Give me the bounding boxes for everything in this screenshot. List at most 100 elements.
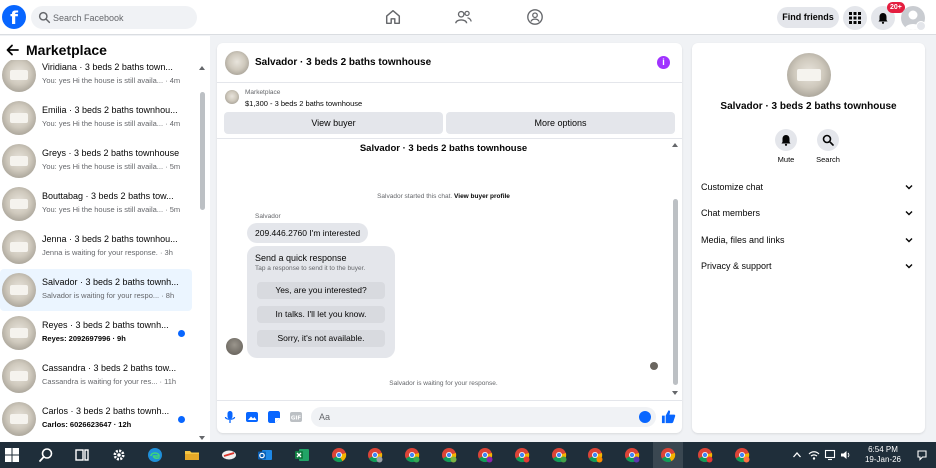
excel-icon[interactable]	[294, 447, 310, 463]
chrome-profile-icon[interactable]	[587, 447, 603, 463]
gif-icon[interactable]: GIF	[289, 410, 303, 424]
task-view-icon[interactable]	[74, 447, 90, 463]
search-conversation-button[interactable]: Search	[808, 129, 848, 164]
outlook-icon[interactable]	[257, 447, 273, 463]
search-input[interactable]	[53, 9, 191, 26]
chrome-profile-icon[interactable]	[477, 447, 493, 463]
display-icon[interactable]	[824, 449, 836, 461]
list-item[interactable]: Emilia · 3 beds 2 baths townhou... You: y…	[0, 97, 192, 139]
list-item[interactable]: Cassandra · 3 beds 2 baths tow... Cassand…	[0, 355, 192, 397]
search-icon	[822, 134, 834, 146]
listing-thumbnail	[2, 402, 36, 436]
sender-avatar[interactable]	[226, 338, 243, 355]
notification-center-icon[interactable]	[916, 449, 928, 461]
scroll-down-icon[interactable]	[672, 391, 678, 395]
bell-icon	[878, 13, 888, 24]
media-files-links-section[interactable]: Media, files and links	[701, 231, 915, 249]
quick-response-yes-button[interactable]: Yes, are you interested?	[257, 282, 385, 299]
search-icon	[38, 11, 51, 24]
search-circle[interactable]	[817, 129, 839, 151]
show-hidden-icons-chevron-up-icon[interactable]	[792, 450, 802, 460]
conversation-scrollbar[interactable]	[198, 64, 206, 440]
chat-scrollbar[interactable]	[671, 141, 679, 395]
svg-text:GIF: GIF	[291, 416, 302, 422]
conversation-title: Carlos · 3 beds 2 baths townh...	[42, 406, 170, 416]
scroll-up-icon[interactable]	[199, 66, 205, 70]
mute-button[interactable]: Mute	[766, 129, 806, 164]
conversation-preview: Cassandra is waiting for your res... · 1…	[42, 377, 177, 386]
back-arrow-icon[interactable]	[6, 43, 20, 57]
chat-title[interactable]: Salvador · 3 beds 2 baths townhouse	[255, 57, 431, 68]
search-icon[interactable]	[38, 447, 54, 463]
chrome-active-icon[interactable]	[660, 447, 676, 463]
groups-icon[interactable]	[526, 8, 544, 26]
file-explorer-icon[interactable]	[184, 447, 200, 463]
account-caret-icon[interactable]	[916, 21, 926, 31]
menu-button[interactable]	[843, 6, 867, 30]
more-options-button[interactable]: More options	[446, 112, 675, 134]
emoji-icon[interactable]	[639, 411, 651, 423]
microphone-icon[interactable]	[223, 410, 237, 424]
windows-start-icon[interactable]	[4, 447, 20, 463]
panel-header: Marketplace	[6, 42, 107, 58]
chat-avatar[interactable]	[225, 51, 249, 75]
list-item[interactable]: Carlos · 3 beds 2 baths townh... Carlos: …	[0, 398, 192, 440]
friends-icon[interactable]	[454, 8, 472, 26]
scrollbar-thumb[interactable]	[200, 92, 205, 210]
chat-members-section[interactable]: Chat members	[701, 204, 915, 222]
list-item-active[interactable]: Salvador · 3 beds 2 baths townh... Salvad…	[0, 269, 192, 311]
privacy-support-section[interactable]: Privacy & support	[701, 257, 915, 275]
chrome-profile-icon[interactable]	[551, 447, 567, 463]
listing-price[interactable]: $1,300 - 3 beds 2 baths townhouse	[245, 99, 362, 108]
list-item[interactable]: Bouttabag · 3 beds 2 baths tow... You: ye…	[0, 183, 192, 225]
list-item[interactable]: Reyes · 3 beds 2 baths townh... Reyes: 20…	[0, 312, 192, 354]
facebook-logo-icon[interactable]: f	[2, 5, 26, 29]
settings-gear-icon[interactable]	[111, 447, 127, 463]
thread-title: Salvador · 3 beds 2 baths townhouse	[359, 143, 528, 154]
message-input-wrapper[interactable]	[311, 407, 656, 427]
customize-chat-section[interactable]: Customize chat	[701, 178, 915, 196]
marketplace-conversation-panel: Marketplace Viridiana · 3 beds 2 baths t…	[0, 36, 210, 442]
list-item[interactable]: Greys · 3 beds 2 baths townhouse You: yes…	[0, 140, 192, 182]
scroll-up-icon[interactable]	[672, 143, 678, 147]
system-clock[interactable]: 6:54 PM 19-Jan-26	[858, 445, 908, 465]
list-item[interactable]: Jenna · 3 beds 2 baths townhou... Jenna i…	[0, 226, 192, 268]
network-icon[interactable]	[808, 449, 820, 461]
view-buyer-profile-link[interactable]: View buyer profile	[454, 193, 510, 200]
chat-started-notice: Salvador started this chat. View buyer p…	[217, 193, 670, 200]
quick-response-in-talks-button[interactable]: In talks. I'll let you know.	[257, 306, 385, 323]
info-icon[interactable]: i	[657, 56, 670, 69]
message-bubble[interactable]: 209.446.2760 I'm interested	[247, 223, 369, 243]
sticker-icon[interactable]	[267, 410, 281, 424]
quick-response-not-available-button[interactable]: Sorry, it's not available.	[257, 330, 385, 347]
search-box[interactable]	[31, 6, 197, 29]
chrome-icon[interactable]	[331, 447, 347, 463]
snipping-tool-icon[interactable]	[221, 447, 237, 463]
thumbs-up-icon[interactable]	[661, 409, 676, 424]
chrome-profile-icon[interactable]	[441, 447, 457, 463]
quick-response-title: Send a quick response	[255, 253, 347, 263]
conversation-preview: Jenna is waiting for your response. · 3h	[42, 248, 173, 257]
listing-photo[interactable]	[787, 53, 831, 97]
home-icon[interactable]	[384, 8, 402, 26]
message-input[interactable]	[319, 409, 629, 425]
chrome-profile-icon[interactable]	[697, 447, 713, 463]
chrome-profile-icon[interactable]	[514, 447, 530, 463]
chat-panel: Salvador · 3 beds 2 baths townhouse i Ma…	[217, 43, 682, 433]
scroll-down-icon[interactable]	[199, 436, 205, 440]
photo-icon[interactable]	[245, 410, 259, 424]
list-item[interactable]: Viridiana · 3 beds 2 baths town... You: y…	[0, 60, 192, 96]
chat-header: Salvador · 3 beds 2 baths townhouse i	[217, 43, 682, 83]
chrome-profile-icon[interactable]	[624, 447, 640, 463]
volume-icon[interactable]	[840, 449, 852, 461]
scrollbar-thumb[interactable]	[673, 199, 678, 385]
view-buyer-button[interactable]: View buyer	[224, 112, 443, 134]
message-composer: GIF	[217, 400, 682, 433]
find-friends-button[interactable]: Find friends	[777, 7, 839, 28]
quick-response-subtitle: Tap a response to send it to the buyer.	[255, 265, 366, 272]
chrome-profile-icon[interactable]	[734, 447, 750, 463]
mute-circle[interactable]	[775, 129, 797, 151]
edge-browser-icon[interactable]	[147, 447, 163, 463]
chrome-profile-icon[interactable]	[404, 447, 420, 463]
chrome-profile-icon[interactable]	[367, 447, 383, 463]
